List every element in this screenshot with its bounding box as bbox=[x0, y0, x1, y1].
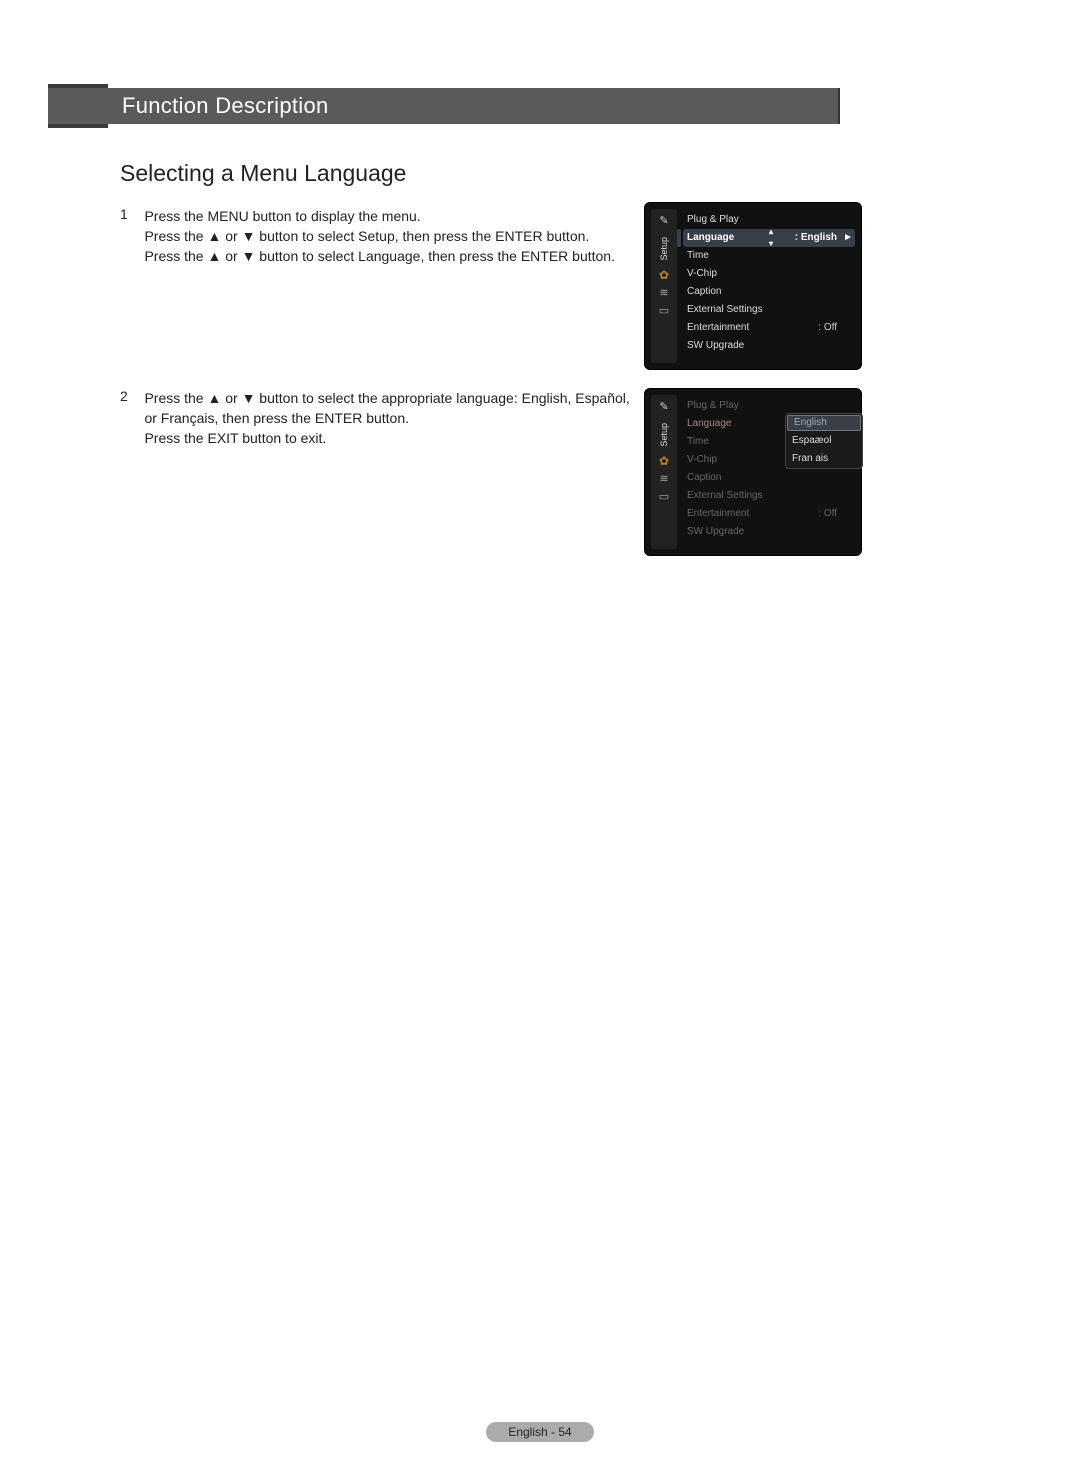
gear-icon: ✿ bbox=[656, 269, 672, 281]
menu1-item-language[interactable]: ▴ Language : English ► ▾ bbox=[683, 229, 855, 247]
menu2-sidebar: ✎ Setup ✿ ≋ ▭ bbox=[651, 395, 677, 549]
step-2-exit: Press the EXIT button to exit. bbox=[144, 428, 634, 448]
page-number-pill: English - 54 bbox=[486, 1422, 593, 1442]
section-title: Selecting a Menu Language bbox=[120, 160, 406, 187]
dropdown-option-english[interactable]: English bbox=[787, 415, 861, 431]
input-icon: ▭ bbox=[656, 305, 672, 317]
language-dropdown[interactable]: English Espaæol Fran ais bbox=[785, 413, 863, 469]
menu1-item-caption[interactable]: Caption bbox=[683, 283, 855, 301]
step-1-text: Press the MENU button to display the men… bbox=[144, 206, 634, 266]
menu1-item-time[interactable]: Time bbox=[683, 247, 855, 265]
wrench-icon: ✎ bbox=[656, 215, 672, 227]
step-1: 1 Press the MENU button to display the m… bbox=[120, 206, 634, 266]
menu1-item-external[interactable]: External Settings bbox=[683, 301, 855, 319]
menu1-list: Plug & Play ▴ Language : English ► ▾ Tim… bbox=[683, 211, 855, 355]
menu1-item-vchip[interactable]: V-Chip bbox=[683, 265, 855, 283]
step-1-number: 1 bbox=[120, 206, 140, 222]
dropdown-option-espanol[interactable]: Espaæol bbox=[786, 432, 862, 450]
dropdown-option-francais[interactable]: Fran ais bbox=[786, 450, 862, 468]
menu2-item-entertainment[interactable]: Entertainment: Off bbox=[683, 505, 855, 523]
chevron-right-icon: ► bbox=[843, 229, 853, 247]
input-icon: ▭ bbox=[656, 491, 672, 503]
step-2-line1: Press the ▲ or ▼ button to select the ap… bbox=[144, 388, 634, 428]
gear-icon: ✿ bbox=[656, 455, 672, 467]
menu2-sidebar-label: Setup bbox=[659, 423, 669, 447]
page-footer: English - 54 bbox=[0, 1422, 1080, 1442]
menu2-item-swupgrade[interactable]: SW Upgrade bbox=[683, 523, 855, 541]
wrench-icon: ✎ bbox=[656, 401, 672, 413]
step-1-line2: Press the ▲ or ▼ button to select Setup,… bbox=[144, 226, 634, 246]
header-bar: Function Description bbox=[48, 88, 840, 124]
sound-icon: ≋ bbox=[656, 473, 672, 485]
menu-screenshot-2: ✎ Setup ✿ ≋ ▭ Plug & Play Language: Time… bbox=[644, 388, 862, 556]
menu2-item-external[interactable]: External Settings bbox=[683, 487, 855, 505]
menu1-item-entertainment[interactable]: Entertainment: Off bbox=[683, 319, 855, 337]
step-2: 2 Press the ▲ or ▼ button to select the … bbox=[120, 388, 634, 448]
step-2-text: Press the ▲ or ▼ button to select the ap… bbox=[144, 388, 634, 448]
step-1-line1: Press the MENU button to display the men… bbox=[144, 206, 634, 226]
menu1-sidebar: ✎ Setup ✿ ≋ ▭ bbox=[651, 209, 677, 363]
step-1-line3: Press the ▲ or ▼ button to select Langua… bbox=[144, 246, 634, 266]
menu2-item-caption[interactable]: Caption bbox=[683, 469, 855, 487]
menu-screenshot-1: ✎ Setup ✿ ≋ ▭ Plug & Play ▴ Language : E… bbox=[644, 202, 862, 370]
menu1-item-swupgrade[interactable]: SW Upgrade bbox=[683, 337, 855, 355]
sound-icon: ≋ bbox=[656, 287, 672, 299]
header-title: Function Description bbox=[122, 93, 329, 119]
menu1-sidebar-label: Setup bbox=[659, 237, 669, 261]
step-2-number: 2 bbox=[120, 388, 140, 404]
